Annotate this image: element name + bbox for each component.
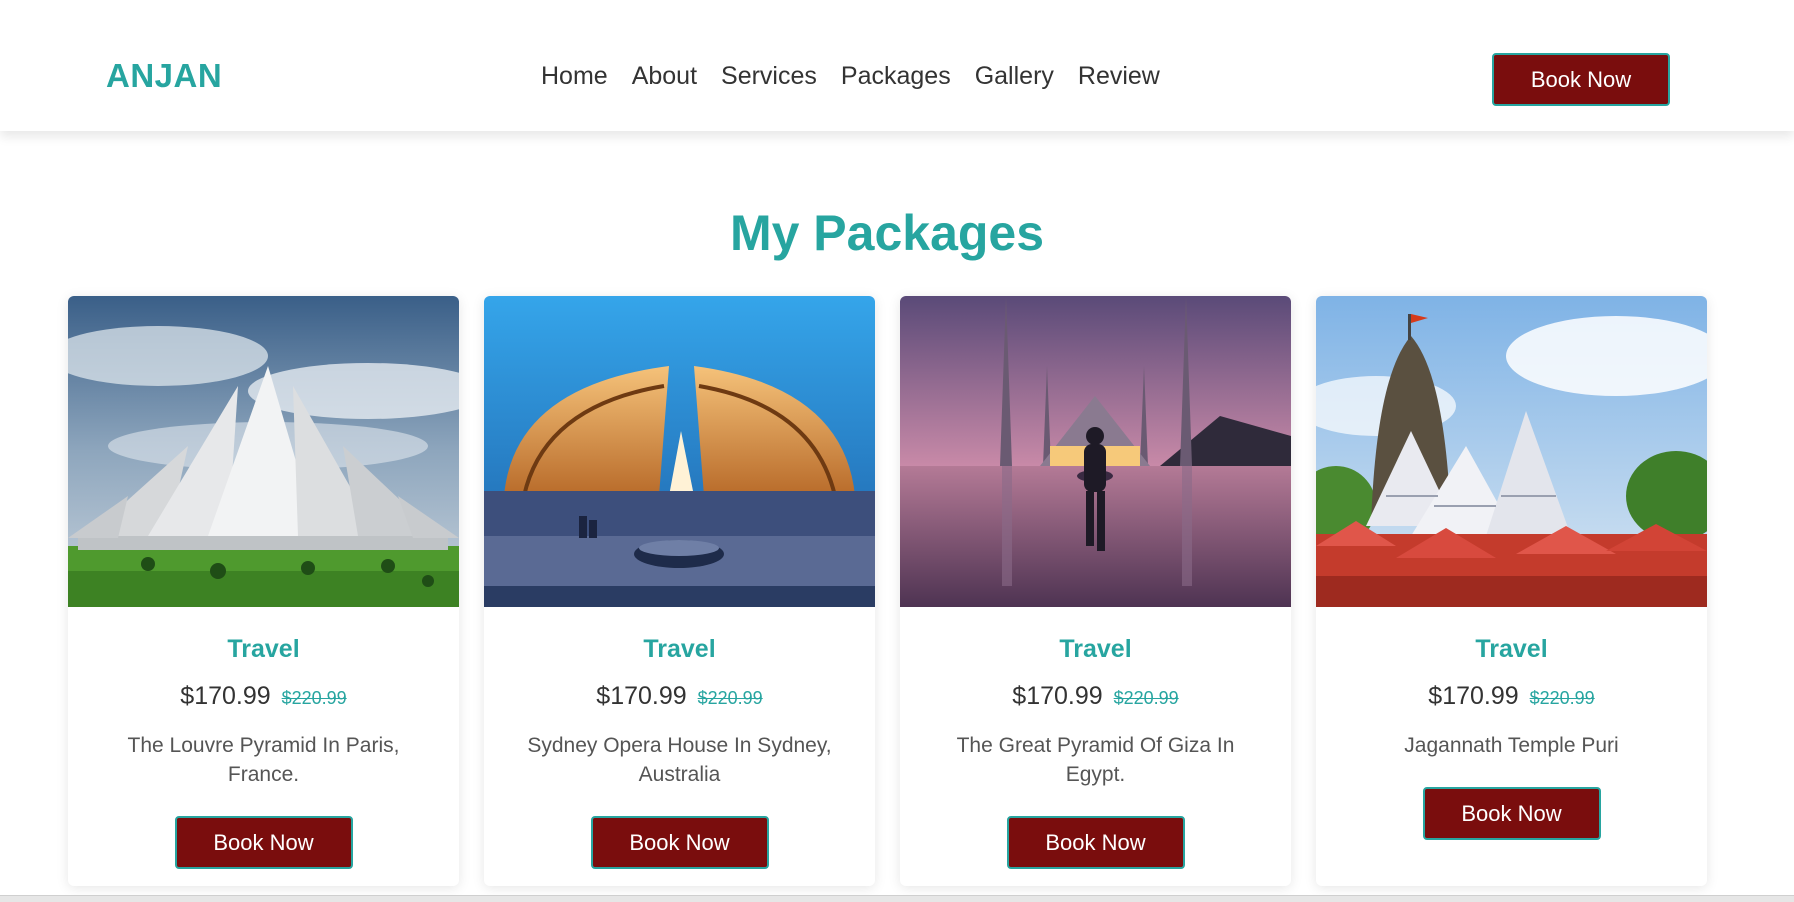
current-price: $170.99 [180,682,271,710]
package-category: Travel [227,635,300,663]
jagannath-temple-photo [1316,296,1707,607]
faisal-mosque-photo [900,296,1291,607]
current-price: $170.99 [1428,682,1519,710]
package-card: Travel $170.99 $220.99 Sydney Opera Hous… [484,296,875,886]
package-price: $170.99 $220.99 [484,682,875,711]
package-category: Travel [1059,635,1132,663]
pakistan-monument-photo [484,296,875,607]
package-price: $170.99 $220.99 [900,682,1291,711]
old-price: $220.99 [1529,688,1595,708]
nav-packages[interactable]: Packages [841,62,951,91]
old-price: $220.99 [697,688,763,708]
nav-review[interactable]: Review [1078,62,1160,91]
current-price: $170.99 [596,682,687,710]
package-cards: Travel $170.99 $220.99 The Louvre Pyrami… [68,296,1707,886]
section-title: My Packages [729,205,1045,261]
old-price: $220.99 [281,688,347,708]
book-now-button[interactable]: Book Now [1422,787,1601,840]
package-description: Jagannath Temple Puri [1404,734,1619,757]
site-header: ANJAN Home About Services Packages Galle… [0,0,1794,131]
nav-services[interactable]: Services [721,62,817,91]
package-price: $170.99 $220.99 [1316,682,1707,711]
old-price: $220.99 [1113,688,1179,708]
package-description: Sydney Opera House In Sydney, Australia [527,734,832,786]
current-price: $170.99 [1012,682,1103,710]
package-category: Travel [643,635,716,663]
nav-about[interactable]: About [632,62,697,91]
logo[interactable]: ANJAN [106,57,222,95]
package-description: The Great Pyramid Of Giza In Egypt. [956,734,1235,786]
nav-home[interactable]: Home [541,62,608,91]
book-now-button[interactable]: Book Now [1006,816,1185,869]
package-card: Travel $170.99 $220.99 The Great Pyramid… [900,296,1291,886]
header-book-now-button[interactable]: Book Now [1492,53,1670,106]
package-category: Travel [1475,635,1548,663]
package-card: Travel $170.99 $220.99 The Louvre Pyrami… [68,296,459,886]
lotus-temple-photo [68,296,459,607]
horizontal-scrollbar[interactable] [0,895,1794,902]
main-nav: Home About Services Packages Gallery Rev… [541,62,1160,91]
nav-gallery[interactable]: Gallery [975,62,1054,91]
book-now-button[interactable]: Book Now [590,816,769,869]
package-card: Travel $170.99 $220.99 Jagannath Temple … [1316,296,1707,886]
package-description: The Louvre Pyramid In Paris, France. [127,734,400,786]
package-price: $170.99 $220.99 [68,682,459,711]
book-now-button[interactable]: Book Now [174,816,353,869]
